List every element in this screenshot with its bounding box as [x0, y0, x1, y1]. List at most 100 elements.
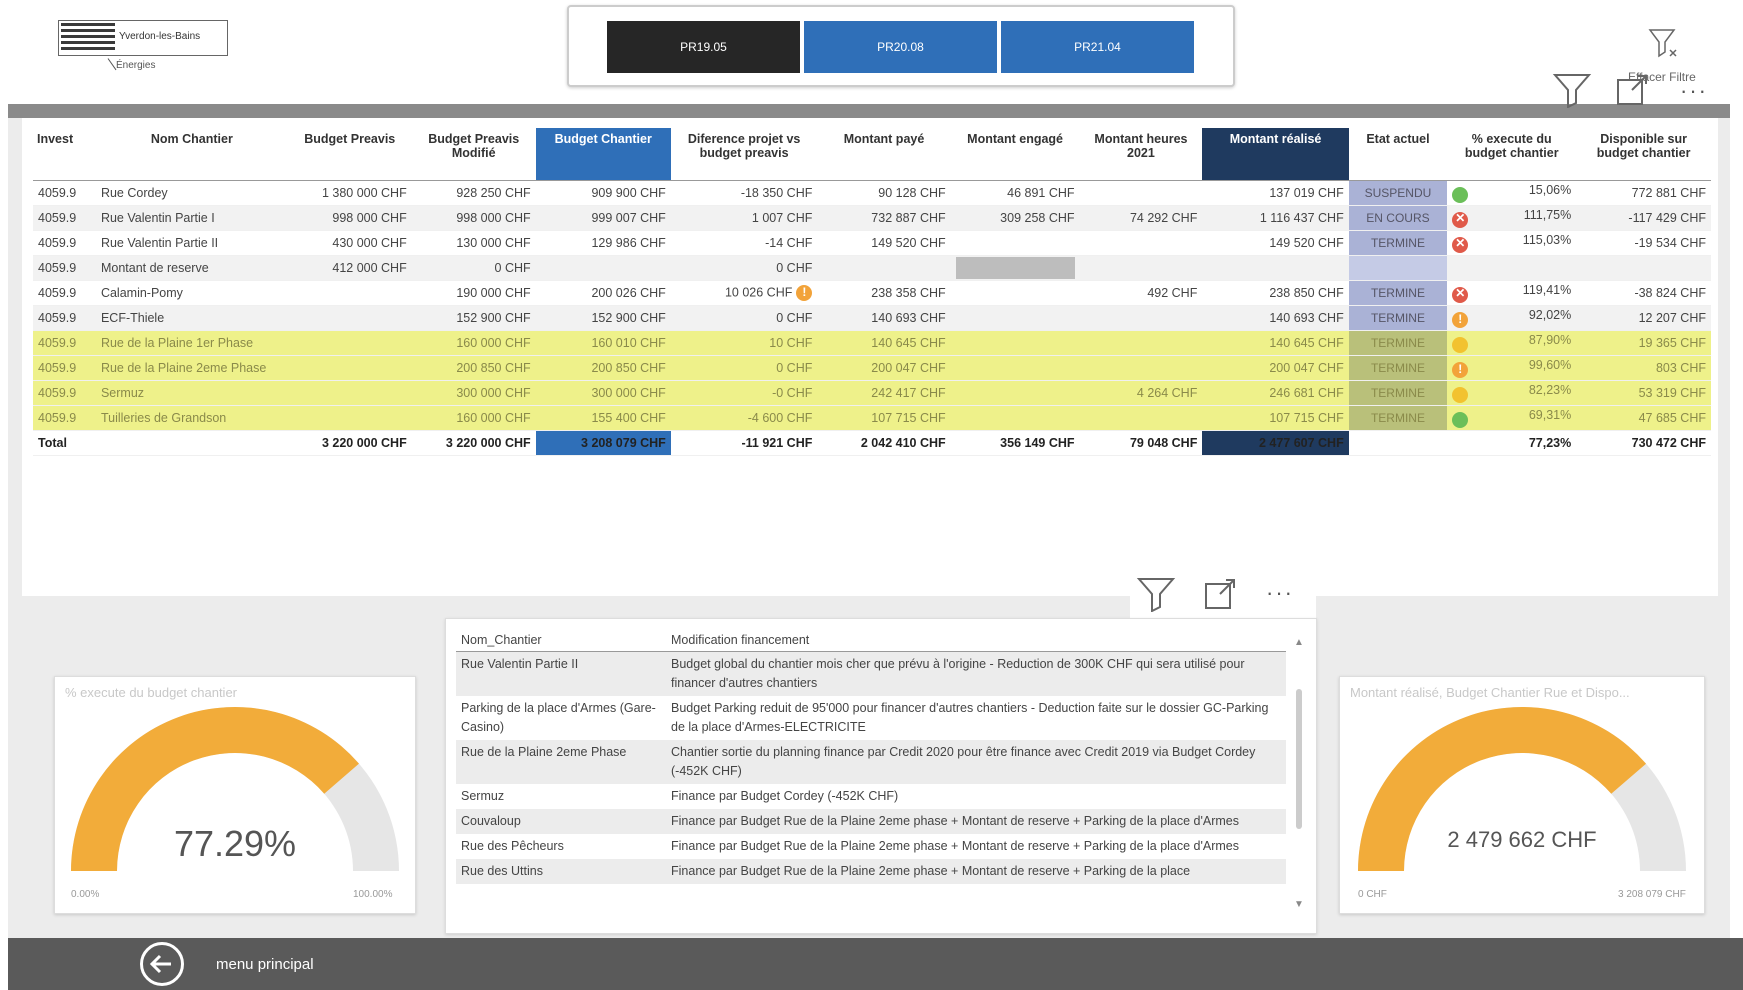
cell-engage [950, 280, 1080, 306]
cell-bpm: 160 000 CHF [411, 405, 536, 431]
focus-mode-icon[interactable] [1616, 74, 1650, 111]
cell-realise [1202, 255, 1349, 281]
more-options-icon[interactable]: ··· [1680, 78, 1708, 104]
table-row[interactable]: 4059.9 Rue Valentin Partie II 430 000 CHF 1… [33, 230, 1711, 256]
modification-row[interactable]: Rue de la Plaine 2eme Phase Chantier sort… [456, 740, 1286, 784]
cell-bp [287, 405, 412, 431]
col-nom-chantier[interactable]: Nom_Chantier [456, 629, 666, 652]
cell-bpm: 300 000 CHF [411, 380, 536, 406]
cell-bp [287, 380, 412, 406]
scroll-thumb[interactable] [1296, 689, 1302, 829]
cell-diff: 0 CHF [670, 355, 818, 381]
modification-row[interactable]: Couvaloup Finance par Budget Rue de la Pl… [456, 809, 1286, 834]
cell-pct: 115,03% [1447, 230, 1577, 256]
cell-heures [1079, 330, 1203, 356]
project-button-pr2104[interactable]: PR21.04 [1001, 21, 1194, 73]
cell-realise: 1 116 437 CHF [1202, 205, 1349, 231]
cell-bc: 999 007 CHF [535, 205, 671, 231]
project-button-pr2008[interactable]: PR20.08 [804, 21, 997, 73]
cell-realise: 107 715 CHF [1202, 405, 1349, 431]
table-row[interactable]: 4059.9 Calamin-Pomy 190 000 CHF 200 026 CHF… [33, 280, 1711, 306]
modification-row[interactable]: Parking de la place d'Armes (Gare-Casino… [456, 696, 1286, 740]
cell-bpm: 130 000 CHF [411, 230, 536, 256]
project-button-pr1905[interactable]: PR19.05 [607, 21, 800, 73]
table-row[interactable]: 4059.9 Montant de reserve 412 000 CHF 0 CHF… [33, 255, 1711, 281]
cell-dispo: 772 881 CHF [1576, 180, 1711, 206]
cell-etat [1348, 255, 1448, 281]
cell-invest: 4059.9 [33, 355, 96, 381]
col-disponible[interactable]: Disponible sur budget chantier [1576, 128, 1711, 181]
cell-paye: 200 047 CHF [817, 355, 951, 381]
cell-engage [950, 255, 1080, 281]
scroll-up-icon[interactable]: ▲ [1294, 637, 1304, 648]
cell-pct: 15,06% [1447, 180, 1577, 206]
cell-nom: Rue Cordey [95, 180, 288, 206]
cell-bpm: 190 000 CHF [411, 280, 536, 306]
detail-more-options-icon[interactable]: ··· [1266, 580, 1294, 606]
col-invest[interactable]: Invest [33, 128, 96, 181]
cell-pct: 111,75% [1447, 205, 1577, 231]
table-row[interactable]: 4059.9 Rue de la Plaine 2eme Phase 200 850… [33, 355, 1711, 381]
filter-icon[interactable] [1552, 72, 1592, 113]
visual-header-strip [8, 104, 1730, 118]
cell-bp [287, 355, 412, 381]
cell-nom: Rue Valentin Partie I [95, 205, 288, 231]
cell-pct: 99,60% [1447, 355, 1577, 381]
cell-mod: Finance par Budget Cordey (-452K CHF) [671, 789, 899, 803]
cell-engage [950, 355, 1080, 381]
cell-engage: 309 258 CHF [950, 205, 1080, 231]
scroll-down-icon[interactable]: ▼ [1294, 899, 1304, 910]
cell-etat: SUSPENDU [1348, 180, 1448, 206]
cell-bp [287, 280, 412, 306]
cell-mod: Chantier sortie du planning finance par … [666, 740, 1286, 784]
cell-diff: -14 CHF [670, 230, 818, 256]
table-row[interactable]: 4059.9 Sermuz 300 000 CHF 300 000 CHF -0 CHF… [33, 380, 1711, 406]
modification-table: Nom_Chantier Modification financement Ru… [456, 629, 1286, 884]
clear-filter-button[interactable] [1648, 28, 1678, 65]
table-row[interactable]: 4059.9 Rue Cordey 1 380 000 CHF 928 250 CHF… [33, 180, 1711, 206]
cell-etat: TERMINE [1348, 380, 1448, 406]
col-montant-heures[interactable]: Montant heures 2021 [1079, 128, 1203, 181]
modification-row[interactable]: Rue des Pêcheurs Finance par Budget Rue d… [456, 834, 1286, 859]
cell-bc [535, 255, 671, 281]
col-etat-actuel[interactable]: Etat actuel [1348, 128, 1448, 181]
cell-mod: Finance par Budget Rue de la Plaine 2eme… [666, 809, 1286, 834]
cell-diff: 1 007 CHF [670, 205, 818, 231]
cell-realise: 246 681 CHF [1202, 380, 1349, 406]
modification-row[interactable]: Sermuz Finance par Budget Cordey (-452K C… [456, 784, 1286, 809]
cell-pct-value: 69,31% [1528, 408, 1572, 422]
back-button[interactable] [140, 942, 184, 986]
cell-nom: Calamin-Pomy [95, 280, 288, 306]
col-pct-execute[interactable]: % execute du budget chantier [1447, 128, 1577, 181]
col-modification-financement[interactable]: Modification financement [666, 629, 1286, 652]
col-budget-preavis-modifie[interactable]: Budget Preavis Modifié [411, 128, 536, 181]
modification-row[interactable]: Rue des Uttins Finance par Budget Rue de … [456, 859, 1286, 884]
col-difference[interactable]: Diference projet vs budget preavis [670, 128, 818, 181]
table-row[interactable]: 4059.9 ECF-Thiele 152 900 CHF 152 900 CHF 0 … [33, 305, 1711, 331]
cell-diff: -4 600 CHF [670, 405, 818, 431]
col-nom-chantier[interactable]: Nom Chantier [95, 128, 288, 181]
total-diff: -11 921 CHF [670, 430, 818, 456]
col-budget-preavis[interactable]: Budget Preavis [287, 128, 412, 181]
detail-visual-header: ··· [1130, 568, 1316, 622]
table-row[interactable]: 4059.9 Rue Valentin Partie I 998 000 CHF 99… [33, 205, 1711, 231]
modification-row[interactable]: Rue Valentin Partie II Budget global du c… [456, 651, 1286, 696]
col-montant-engage[interactable]: Montant engagé [950, 128, 1080, 181]
col-montant-realise[interactable]: Montant réalisé [1202, 128, 1349, 181]
back-label[interactable]: menu principal [216, 956, 314, 973]
cell-bc: 129 986 CHF [535, 230, 671, 256]
detail-filter-icon[interactable] [1136, 576, 1176, 617]
table-row[interactable]: 4059.9 Tuilleries de Grandson 160 000 CHF 1… [33, 405, 1711, 431]
vertical-scrollbar[interactable]: ▲ ▼ [1294, 637, 1304, 927]
detail-focus-mode-icon[interactable] [1204, 578, 1238, 615]
budget-table: Invest Nom Chantier Budget Preavis Budge… [33, 128, 1711, 456]
table-row[interactable]: 4059.9 Rue de la Plaine 1er Phase 160 000 … [33, 330, 1711, 356]
logo-waves-icon [61, 23, 115, 51]
total-bc: 3 208 079 CHF [535, 430, 671, 456]
cell-pct-value: 15,06% [1528, 183, 1572, 197]
col-budget-chantier[interactable]: Budget Chantier [535, 128, 671, 181]
cell-bc: 160 010 CHF [535, 330, 671, 356]
cell-invest: 4059.9 [33, 230, 96, 256]
col-montant-paye[interactable]: Montant payé [817, 128, 951, 181]
total-label: Total [33, 430, 96, 456]
